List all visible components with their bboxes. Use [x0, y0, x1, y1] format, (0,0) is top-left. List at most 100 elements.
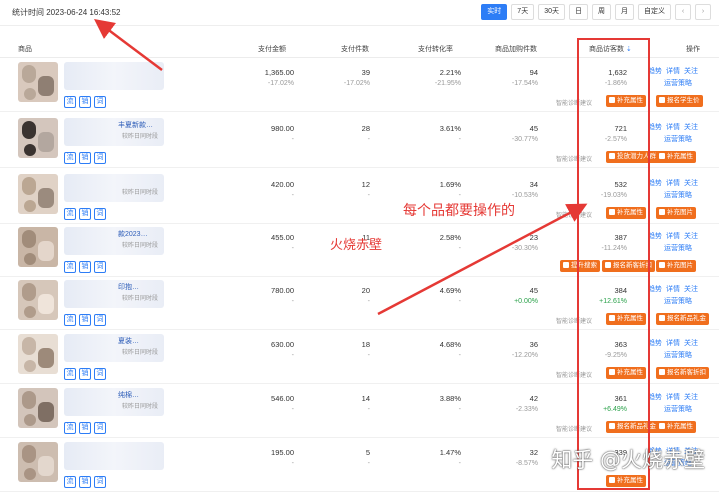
next-arrow-icon[interactable]: ›: [695, 4, 711, 20]
annotation-every-item: 每个品都要操作的: [403, 203, 515, 219]
product-name[interactable]: 纯棉…: [118, 390, 139, 400]
col-cart[interactable]: 商品加购件数: [495, 44, 537, 54]
tag-sales[interactable]: 销: [79, 208, 91, 220]
product-thumbnail[interactable]: [18, 442, 58, 482]
tag-sales[interactable]: 销: [79, 476, 91, 488]
tab-custom[interactable]: 自定义: [638, 4, 671, 20]
tab-week[interactable]: 周: [592, 4, 611, 20]
action-strategy[interactable]: 运营策略: [664, 134, 692, 144]
prev-arrow-icon[interactable]: ‹: [675, 4, 691, 20]
product-compare-label: 较昨日同时段: [122, 134, 159, 140]
row-actions: 趋势 详情 关注: [648, 392, 698, 402]
product-thumbnail[interactable]: [18, 118, 58, 158]
col-amount[interactable]: 支付金额: [258, 44, 286, 54]
top-bar: 统计时间 2023-06-24 16:43:52 实时 7天 30天 日 周 月…: [0, 0, 719, 26]
cell-count: 14-: [361, 394, 370, 413]
tab-realtime[interactable]: 实时: [481, 4, 508, 20]
action-detail[interactable]: 详情: [666, 394, 680, 401]
cell-rate: 1.69% -: [439, 180, 461, 199]
product-thumbnail[interactable]: [18, 174, 58, 214]
product-thumbnail[interactable]: [18, 388, 58, 428]
action-detail[interactable]: 详情: [666, 68, 680, 75]
tag-keywords[interactable]: 词: [94, 96, 106, 108]
action-strategy[interactable]: 运营策略: [664, 296, 692, 306]
product-thumbnail[interactable]: [18, 280, 58, 320]
action-detail[interactable]: 详情: [666, 286, 680, 293]
tab-month[interactable]: 月: [615, 4, 634, 20]
tab-30days[interactable]: 30天: [538, 4, 565, 20]
tag-sales[interactable]: 销: [79, 314, 91, 326]
tag-keywords[interactable]: 词: [94, 368, 106, 380]
action-follow[interactable]: 关注: [684, 180, 698, 187]
action-detail[interactable]: 详情: [666, 124, 680, 131]
action-follow[interactable]: 关注: [684, 124, 698, 131]
suggest-button[interactable]: 补充属性: [656, 421, 696, 433]
tag-sales[interactable]: 销: [79, 152, 91, 164]
action-strategy[interactable]: 运营策略: [664, 350, 692, 360]
action-trend[interactable]: 趋势: [648, 286, 662, 293]
tag-flow[interactable]: 流: [64, 314, 76, 326]
tab-7days[interactable]: 7天: [511, 4, 535, 20]
suggest-button[interactable]: 补充图片: [656, 260, 696, 272]
suggest-button[interactable]: 报名学生价: [656, 95, 703, 107]
product-name[interactable]: 丰夏新款…: [118, 120, 153, 130]
tag-flow[interactable]: 流: [64, 152, 76, 164]
product-thumbnail[interactable]: [18, 334, 58, 374]
product-name[interactable]: 款2023…: [118, 229, 148, 239]
tag-sales[interactable]: 销: [79, 368, 91, 380]
product-thumbnail[interactable]: [18, 227, 58, 267]
tag-keywords[interactable]: 词: [94, 261, 106, 273]
tag-flow[interactable]: 流: [64, 422, 76, 434]
suggest-button[interactable]: 报名新品礼金: [656, 313, 709, 325]
action-follow[interactable]: 关注: [684, 394, 698, 401]
tag-keywords[interactable]: 词: [94, 476, 106, 488]
col-count[interactable]: 支付件数: [341, 44, 369, 54]
product-compare-label: 较昨日同时段: [122, 404, 159, 410]
action-strategy[interactable]: 运营策略: [664, 243, 692, 253]
tag-sales[interactable]: 销: [79, 422, 91, 434]
product-tags: 流 销 词: [64, 208, 106, 220]
cell-cart: 42 -2.33%: [515, 394, 538, 413]
action-detail[interactable]: 详情: [666, 340, 680, 347]
action-detail[interactable]: 详情: [666, 180, 680, 187]
cell-cart: 36 -12.20%: [511, 340, 538, 359]
action-detail[interactable]: 详情: [666, 233, 680, 240]
action-trend[interactable]: 趋势: [648, 233, 662, 240]
tag-flow[interactable]: 流: [64, 261, 76, 273]
product-name[interactable]: 夏装…: [118, 336, 139, 346]
cell-rate: 4.69% -: [439, 286, 461, 305]
tag-flow[interactable]: 流: [64, 368, 76, 380]
tag-keywords[interactable]: 词: [94, 208, 106, 220]
tag-flow[interactable]: 流: [64, 208, 76, 220]
action-strategy[interactable]: 运营策略: [664, 190, 692, 200]
tag-keywords[interactable]: 词: [94, 422, 106, 434]
tag-flow[interactable]: 流: [64, 96, 76, 108]
action-strategy[interactable]: 运营策略: [664, 78, 692, 88]
action-follow[interactable]: 关注: [684, 233, 698, 240]
tag-keywords[interactable]: 词: [94, 152, 106, 164]
suggest-button[interactable]: 补充属性: [656, 151, 696, 163]
product-thumbnail[interactable]: [18, 62, 58, 102]
row-actions: 趋势 详情 关注: [648, 231, 698, 241]
suggest-button[interactable]: 报名新客折扣: [656, 367, 709, 379]
action-trend[interactable]: 趋势: [648, 180, 662, 187]
product-name-blur: [64, 62, 164, 90]
col-rate[interactable]: 支付转化率: [418, 44, 453, 54]
action-trend[interactable]: 趋势: [648, 340, 662, 347]
action-strategy[interactable]: 运营策略: [664, 404, 692, 414]
action-follow[interactable]: 关注: [684, 68, 698, 75]
action-trend[interactable]: 趋势: [648, 68, 662, 75]
action-follow[interactable]: 关注: [684, 286, 698, 293]
suggest-button[interactable]: 补充图片: [656, 207, 696, 219]
tag-sales[interactable]: 销: [79, 96, 91, 108]
diagnose-icon: [659, 368, 665, 375]
action-trend[interactable]: 趋势: [648, 124, 662, 131]
product-tags: 流 销 词: [64, 476, 106, 488]
tab-day[interactable]: 日: [569, 4, 588, 20]
tag-sales[interactable]: 销: [79, 261, 91, 273]
action-follow[interactable]: 关注: [684, 340, 698, 347]
product-name[interactable]: 印抱…: [118, 282, 139, 292]
action-trend[interactable]: 趋势: [648, 394, 662, 401]
tag-keywords[interactable]: 词: [94, 314, 106, 326]
tag-flow[interactable]: 流: [64, 476, 76, 488]
